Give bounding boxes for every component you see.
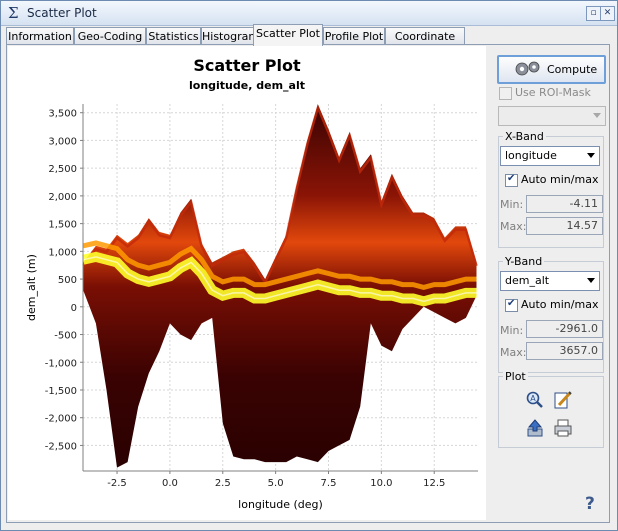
tab-profile-plot[interactable]: Profile Plot xyxy=(323,27,385,45)
y-tick-label: 2,000 xyxy=(48,192,77,203)
x-tick-label: 7.5 xyxy=(321,478,337,489)
gear-icon xyxy=(515,61,540,76)
tab-statistics[interactable]: Statistics xyxy=(146,27,201,45)
x-tick-label: 10.0 xyxy=(370,478,392,489)
tab-geo-coding[interactable]: Geo-Coding xyxy=(74,27,146,45)
y-axis-label: dem_alt (m) xyxy=(25,254,38,321)
sigma-icon: Σ xyxy=(8,4,19,22)
tab-coordinate-list[interactable]: Coordinate List xyxy=(385,27,465,60)
x-max-label: Max: xyxy=(500,220,527,233)
y-band-title: Y-Band xyxy=(503,255,545,268)
tab-information[interactable]: Information xyxy=(6,27,74,45)
y-band-value: dem_alt xyxy=(505,274,550,287)
scatter-chart[interactable]: 3,500 3,000 2,500 2,000 1,500 1,000 500 0 -500 -1… xyxy=(8,46,486,520)
chevron-down-icon xyxy=(593,113,601,118)
y-max-field[interactable]: 3657.0 xyxy=(526,342,603,360)
x-min-field[interactable]: -4.11 xyxy=(526,195,603,213)
y-tick-label: -1,500 xyxy=(45,386,77,397)
plot-group: Plot xyxy=(498,370,604,448)
x-band-value: longitude xyxy=(505,149,557,162)
y-tick-label: 1,000 xyxy=(48,247,77,258)
x-min-label: Min: xyxy=(500,198,524,211)
compute-button[interactable]: Compute xyxy=(497,55,606,84)
x-band-select[interactable]: longitude xyxy=(500,146,600,166)
x-tick-label: 5.0 xyxy=(268,478,284,489)
edit-icon[interactable] xyxy=(553,390,573,410)
y-tick-label: 500 xyxy=(58,275,77,286)
y-tick-label: -2,000 xyxy=(45,414,77,425)
tab-scatter-plot[interactable]: Scatter Plot xyxy=(253,24,323,46)
use-roi-mask-checkbox[interactable] xyxy=(499,87,512,100)
y-auto-minmax-label: Auto min/max xyxy=(521,298,599,311)
x-tick-label: -2.5 xyxy=(107,478,127,489)
chevron-down-icon xyxy=(587,153,595,158)
x-tick-label: 12.5 xyxy=(423,478,445,489)
y-tick-label: 3,500 xyxy=(48,109,77,120)
title-bar[interactable]: Σ Scatter Plot ▫ ✕ xyxy=(1,1,617,26)
tab-histogram[interactable]: Histogram xyxy=(201,27,259,45)
y-tick-label: 1,500 xyxy=(48,220,77,231)
y-tick-label: 0 xyxy=(71,303,77,314)
y-tick-label: -500 xyxy=(54,331,77,342)
y-band-select[interactable]: dem_alt xyxy=(500,271,600,291)
x-band-title: X-Band xyxy=(503,130,546,143)
window-title: Scatter Plot xyxy=(27,6,97,20)
y-tick-label: 3,000 xyxy=(48,136,77,147)
chevron-down-icon xyxy=(587,278,595,283)
y-min-field[interactable]: -2961.0 xyxy=(526,320,603,338)
zoom-icon[interactable]: A xyxy=(525,390,545,410)
svg-text:A: A xyxy=(530,394,536,403)
export-icon[interactable] xyxy=(525,418,545,438)
x-auto-minmax-label: Auto min/max xyxy=(521,173,599,186)
x-max-field[interactable]: 14.57 xyxy=(526,217,603,235)
help-icon[interactable]: ? xyxy=(585,494,595,514)
x-tick-label: 0.0 xyxy=(162,478,178,489)
compute-label: Compute xyxy=(547,63,598,76)
y-tick-label: 2,500 xyxy=(48,164,77,175)
y-min-label: Min: xyxy=(500,324,524,337)
plot-group-title: Plot xyxy=(503,370,528,383)
print-icon[interactable] xyxy=(553,418,573,438)
chart-panel[interactable]: Scatter Plot longitude, dem_alt 3,500 3,0… xyxy=(8,46,486,520)
y-tick-label: -1,000 xyxy=(45,358,77,369)
roi-mask-select[interactable] xyxy=(498,106,606,126)
y-tick-label: -2,500 xyxy=(45,441,77,452)
y-auto-minmax-checkbox[interactable] xyxy=(505,298,518,312)
y-max-label: Max: xyxy=(500,346,527,359)
x-axis-label: longitude (deg) xyxy=(238,498,323,511)
restore-icon[interactable]: ▫ xyxy=(586,6,601,21)
x-auto-minmax-checkbox[interactable] xyxy=(505,173,518,187)
use-roi-mask-label: Use ROI-Mask xyxy=(515,86,591,99)
close-icon[interactable]: ✕ xyxy=(600,6,615,21)
x-tick-label: 2.5 xyxy=(215,478,231,489)
